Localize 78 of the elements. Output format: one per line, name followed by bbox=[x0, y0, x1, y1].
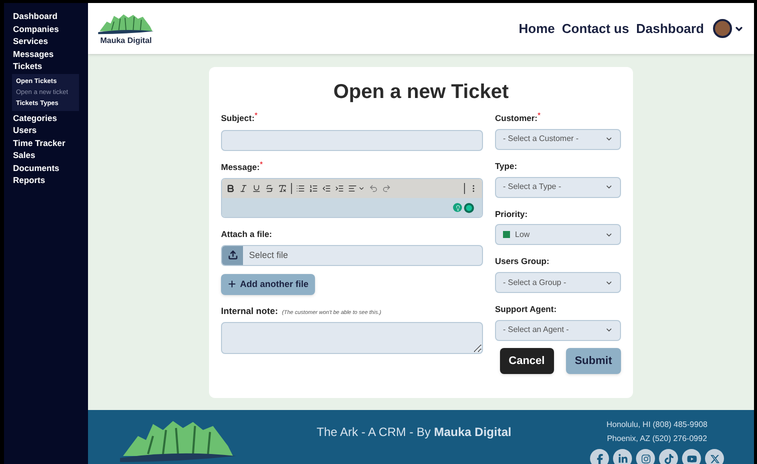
select-value: - Select a Customer - bbox=[503, 133, 580, 146]
sidebar-item[interactable]: Companies bbox=[13, 22, 79, 35]
toolbar-icon[interactable] bbox=[239, 184, 248, 193]
undo-icon[interactable] bbox=[369, 184, 378, 193]
add-file-button[interactable]: Add another file bbox=[221, 274, 315, 295]
toolbar-icon[interactable] bbox=[335, 184, 344, 193]
required-mark: * bbox=[254, 112, 258, 120]
social-icon[interactable] bbox=[682, 449, 701, 464]
select-value: - Select a Type - bbox=[503, 181, 562, 193]
sidebar-item[interactable]: Time Tracker bbox=[13, 136, 79, 149]
caret-icon bbox=[605, 135, 613, 144]
sidebar-item[interactable]: Dashboard bbox=[13, 10, 79, 22]
select-dropdown[interactable]: - Select a Customer - bbox=[495, 128, 621, 150]
nav-link[interactable]: Contact us bbox=[562, 18, 630, 38]
plus-icon bbox=[227, 279, 237, 290]
select-value: Low bbox=[515, 228, 531, 241]
toolbar-icon[interactable] bbox=[265, 184, 274, 193]
social-icon[interactable] bbox=[590, 449, 609, 464]
sidebar-item[interactable]: Sales bbox=[13, 149, 79, 162]
field-label: Attach a file: bbox=[221, 228, 272, 241]
mountain-logo-icon bbox=[96, 12, 156, 36]
social-icon[interactable] bbox=[636, 449, 655, 464]
logo[interactable]: Mauka Digital bbox=[94, 12, 158, 45]
toolbar-icon[interactable] bbox=[309, 184, 318, 193]
select-dropdown[interactable]: - Select a Group - bbox=[495, 272, 621, 293]
social-icon[interactable] bbox=[705, 449, 724, 464]
caret-icon[interactable] bbox=[358, 185, 365, 192]
redo-icon[interactable] bbox=[382, 184, 391, 193]
avatar-icon bbox=[713, 19, 732, 38]
file-picker[interactable]: Select file bbox=[221, 244, 483, 266]
field-label: Type: bbox=[495, 160, 518, 172]
select-dropdown[interactable]: Low bbox=[495, 224, 621, 246]
sidebar-item[interactable]: Messages bbox=[13, 48, 79, 60]
caret-icon bbox=[605, 326, 613, 334]
toolbar-icon[interactable] bbox=[296, 184, 305, 193]
social-icon[interactable] bbox=[613, 449, 632, 464]
internal-note-input[interactable] bbox=[221, 322, 483, 354]
footer-tagline: The Ark - A CRM - By Mauka Digital bbox=[316, 425, 512, 439]
sidebar-item[interactable]: Reports bbox=[13, 174, 79, 186]
select-value: - Select a Group - bbox=[503, 276, 568, 288]
field-label: Customer: bbox=[495, 113, 538, 125]
select-dropdown[interactable]: - Select an Agent - bbox=[495, 320, 621, 341]
nav-link[interactable]: Dashboard bbox=[636, 18, 704, 38]
sidebar-item[interactable]: Categories bbox=[13, 112, 79, 124]
sidebar-item[interactable]: Users bbox=[13, 124, 79, 136]
social-icon[interactable] bbox=[659, 449, 678, 464]
nav-link[interactable]: Home bbox=[518, 18, 555, 38]
caret-icon bbox=[605, 278, 613, 286]
select-value: - Select an Agent - bbox=[503, 324, 570, 336]
field-label: Priority: bbox=[495, 208, 528, 220]
caret-icon bbox=[605, 183, 613, 191]
field-label: Subject: bbox=[221, 113, 255, 125]
upload-icon bbox=[222, 246, 243, 265]
sidebar-item[interactable]: Tickets bbox=[13, 60, 79, 72]
field-label: Internal note: bbox=[221, 304, 278, 318]
logo-text: Mauka Digital bbox=[100, 36, 152, 45]
avatar-menu[interactable] bbox=[713, 19, 744, 38]
sidebar-item[interactable]: Documents bbox=[13, 162, 79, 174]
cancel-button[interactable]: Cancel bbox=[500, 348, 554, 374]
sidebar-item[interactable]: Services bbox=[13, 35, 79, 48]
footer-address: Phoenix, AZ (520) 276-0992 bbox=[606, 433, 708, 445]
footer-address: Honolulu, HI (808) 485-9908 bbox=[606, 419, 708, 431]
select-dropdown[interactable]: - Select a Type - bbox=[495, 176, 621, 198]
required-mark: * bbox=[538, 112, 541, 120]
toolbar-icon[interactable] bbox=[322, 184, 331, 193]
file-placeholder: Select file bbox=[249, 248, 288, 262]
field-label: Message: bbox=[221, 161, 260, 174]
field-label: Users Group: bbox=[495, 255, 550, 268]
field-label: Support Agent: bbox=[495, 303, 557, 316]
toolbar-icon[interactable] bbox=[226, 184, 235, 193]
toolbar-icon[interactable] bbox=[348, 184, 357, 193]
toolbar-icon[interactable] bbox=[278, 184, 287, 193]
toolbar-icon[interactable] bbox=[252, 184, 261, 193]
subject-input[interactable] bbox=[221, 130, 483, 152]
submit-button[interactable]: Submit bbox=[566, 348, 621, 374]
required-mark: * bbox=[260, 161, 263, 170]
caret-icon bbox=[605, 230, 613, 239]
form-title: Open a new Ticket bbox=[332, 80, 510, 105]
